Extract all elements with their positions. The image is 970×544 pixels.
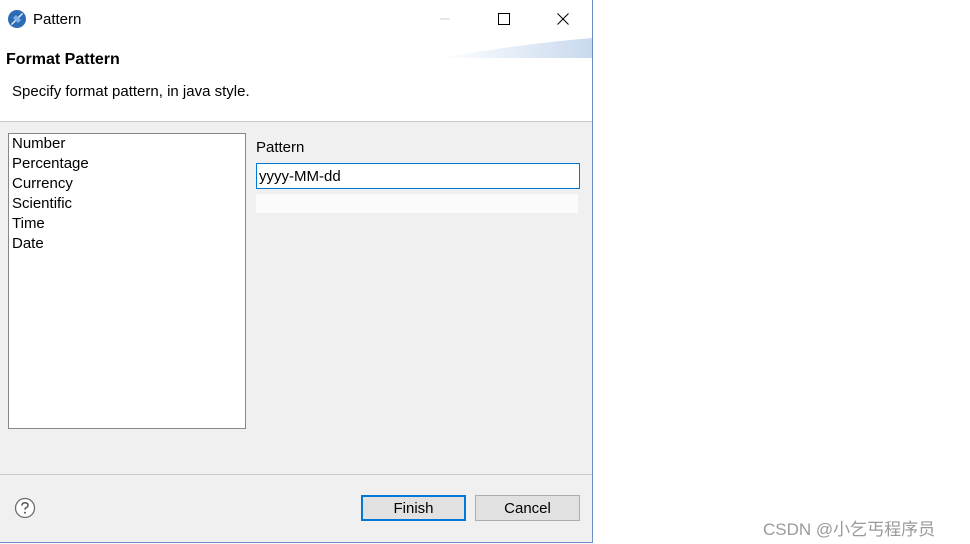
help-icon[interactable] <box>14 497 36 519</box>
pattern-label: Pattern <box>256 139 305 156</box>
header-description: Specify format pattern, in java style. <box>12 83 250 100</box>
app-icon <box>7 9 27 29</box>
list-item-date[interactable]: Date <box>9 234 245 254</box>
wizard-header: Format Pattern Specify format pattern, i… <box>0 38 592 122</box>
footer-divider <box>0 474 592 475</box>
finish-button[interactable]: Finish <box>361 495 466 521</box>
maximize-icon <box>498 13 510 25</box>
window-title: Pattern <box>33 11 82 28</box>
list-item-number[interactable]: Number <box>9 134 245 154</box>
list-item-time[interactable]: Time <box>9 214 245 234</box>
maximize-button[interactable] <box>481 0 527 38</box>
pattern-input[interactable] <box>256 163 580 189</box>
list-item-scientific[interactable]: Scientific <box>9 194 245 214</box>
format-type-list[interactable]: Number Percentage Currency Scientific Ti… <box>8 133 246 429</box>
list-item-percentage[interactable]: Percentage <box>9 154 245 174</box>
list-item-currency[interactable]: Currency <box>9 174 245 194</box>
content-area: Number Percentage Currency Scientific Ti… <box>0 122 592 474</box>
minimize-button[interactable] <box>422 0 468 38</box>
title-bar[interactable]: Pattern <box>0 0 592 38</box>
minimize-icon <box>440 18 450 20</box>
preview-area <box>256 194 578 213</box>
banner-decoration <box>440 38 592 58</box>
close-icon <box>557 13 569 25</box>
header-title: Format Pattern <box>6 51 120 68</box>
watermark: CSDN @小乞丐程序员 <box>763 520 936 539</box>
cancel-button[interactable]: Cancel <box>475 495 580 521</box>
close-button[interactable] <box>540 0 586 38</box>
pattern-dialog: Pattern Format Pattern Specify format pa… <box>0 0 593 543</box>
